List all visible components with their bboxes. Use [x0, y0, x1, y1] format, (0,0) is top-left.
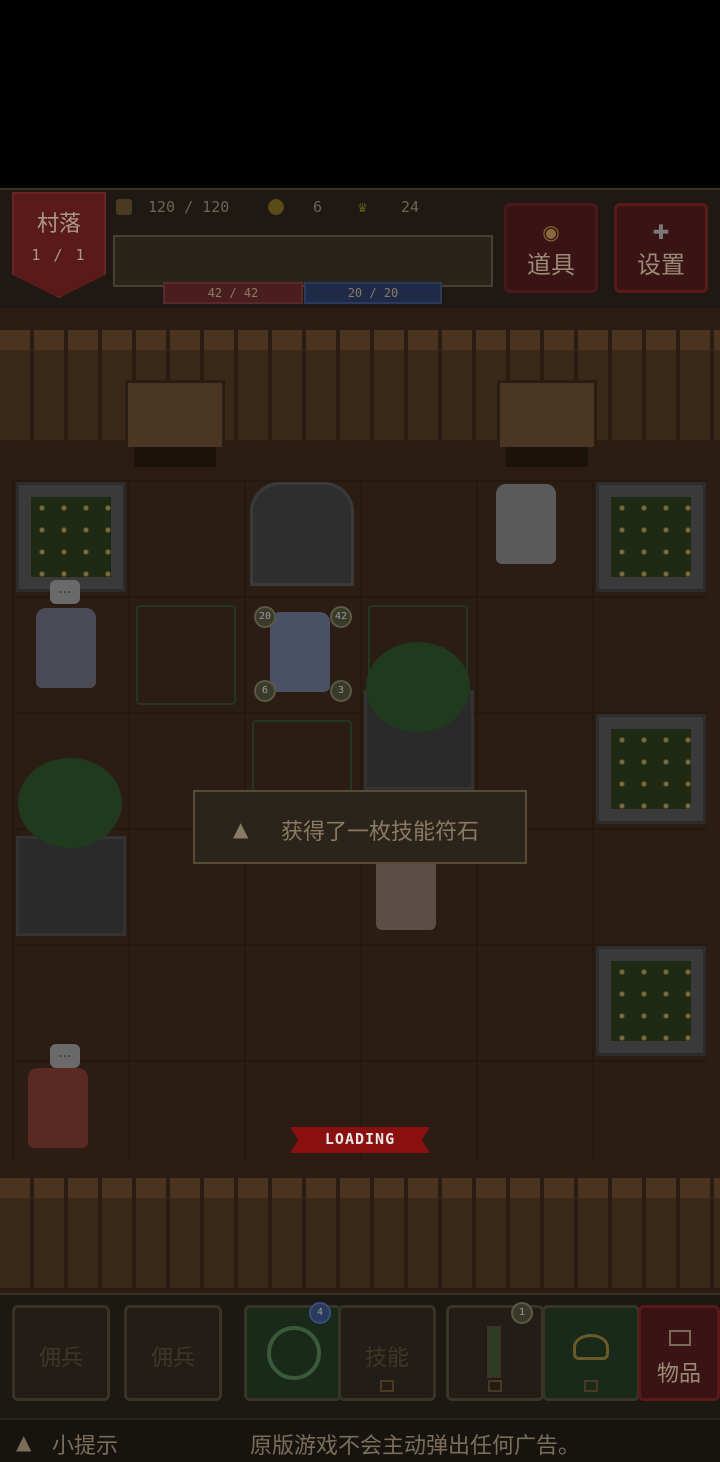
hero-right-badge: 3 — [330, 680, 352, 702]
flower-planter — [16, 482, 126, 592]
tree — [18, 758, 122, 848]
red-hood-npc[interactable] — [28, 1068, 88, 1148]
items-button[interactable]: ◉ 道具 — [504, 203, 598, 293]
bottom-fence — [0, 1178, 720, 1288]
crown-icon: ♛ — [358, 198, 368, 216]
slot-label: 技能 — [364, 1346, 409, 1371]
ring-icon — [573, 1334, 609, 1360]
tree-planter — [16, 836, 126, 936]
inventory-button[interactable]: 物品 — [638, 1305, 720, 1401]
flower-planter — [596, 946, 706, 1056]
potion-count-badge: 1 — [511, 1302, 533, 1324]
chest-icon — [669, 1330, 691, 1346]
warning-icon: ▲ — [233, 817, 249, 841]
hero-left-badge: 6 — [254, 680, 276, 702]
loading-ribbon: LOADING — [290, 1127, 430, 1153]
food-icon — [116, 199, 132, 215]
mp-bar: 20 / 20 — [304, 282, 442, 304]
tree — [366, 642, 470, 732]
lock-icon — [488, 1380, 502, 1392]
wrench-icon: ✚ — [652, 220, 670, 244]
skill-slot[interactable]: 技能 — [338, 1305, 436, 1401]
location-name: 村落 — [36, 212, 81, 237]
slot-label: 佣兵 — [150, 1346, 195, 1371]
flower-planter — [596, 482, 706, 592]
slot-label: 物品 — [656, 1362, 701, 1387]
stone-gate[interactable] — [250, 482, 354, 586]
market-stall-left[interactable] — [125, 380, 225, 467]
food-value: 120 / 120 — [148, 198, 230, 216]
loading-text: LOADING — [324, 1130, 396, 1148]
location-floor: 1 / 1 — [31, 246, 87, 264]
elder-npc[interactable] — [496, 484, 556, 564]
settings-button-label: 设置 — [637, 251, 685, 279]
move-tile[interactable] — [136, 605, 236, 705]
notification-text: 获得了一枚技能符石 — [281, 820, 480, 845]
hp-bar: 42 / 42 — [163, 282, 303, 304]
items-button-label: 道具 — [527, 251, 575, 279]
potion-icon — [487, 1326, 501, 1378]
warning-icon: ▲ — [16, 1430, 32, 1454]
settings-button[interactable]: ✚ 设置 — [614, 203, 708, 293]
speech-bubble: ... — [50, 580, 80, 604]
lock-icon — [380, 1380, 394, 1392]
coin-icon — [268, 199, 284, 215]
skill-count-badge: 4 — [309, 1302, 331, 1324]
rune-icon — [267, 1326, 321, 1380]
top-fence — [0, 330, 720, 440]
notification-toast: ▲ 获得了一枚技能符石 — [193, 790, 527, 864]
flower-planter — [596, 714, 706, 824]
hero-character[interactable] — [270, 612, 330, 692]
lock-icon — [584, 1380, 598, 1392]
mercenary-slot-2[interactable]: 佣兵 — [124, 1305, 222, 1401]
hint-text: 原版游戏不会主动弹出任何广告。 — [250, 1434, 581, 1459]
items-icon: ◉ — [542, 220, 560, 244]
potion-slot[interactable]: 1 — [446, 1302, 544, 1401]
hint-label: 小提示 — [52, 1434, 119, 1459]
hero-hp-badge: 42 — [330, 606, 352, 628]
speech-bubble: ... — [50, 1044, 80, 1068]
hero-attack-badge: 20 — [254, 606, 276, 628]
slot-label: 佣兵 — [38, 1346, 83, 1371]
message-box — [113, 235, 493, 287]
market-stall-right[interactable] — [497, 380, 597, 467]
mercenary-slot-1[interactable]: 佣兵 — [12, 1305, 110, 1401]
skill-rune-slot[interactable]: 4 — [244, 1302, 342, 1401]
relic-slot[interactable] — [542, 1305, 640, 1401]
coin-value: 6 — [313, 198, 323, 216]
crown-value: 24 — [401, 198, 420, 216]
angel-npc[interactable] — [36, 608, 96, 688]
